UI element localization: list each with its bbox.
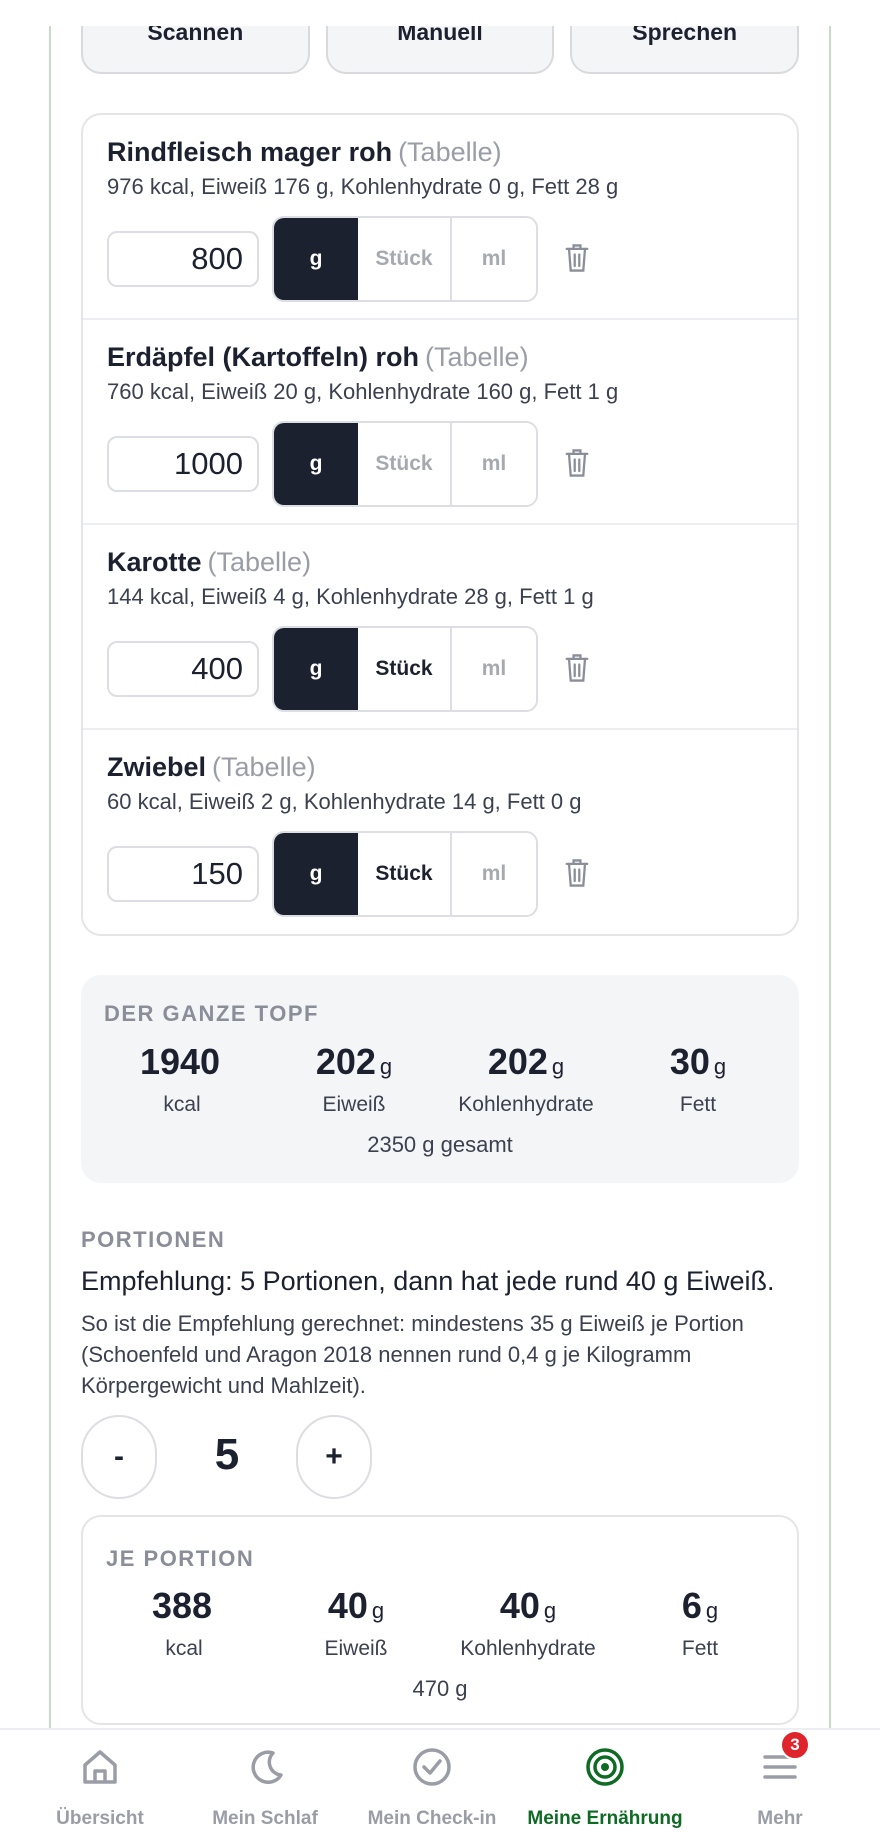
portion-count: 5 [214,1430,240,1479]
nav-label: Meine Ernährung [527,1808,683,1829]
ingredient-name: Rindfleisch mager roh [107,137,393,167]
stat-label: Fett [681,1637,719,1660]
unit-g-button[interactable]: g [274,218,358,300]
trash-icon[interactable] [563,857,591,889]
unit-selector: g Stück ml [272,626,538,712]
target-icon [586,1748,624,1786]
stat-value: 6g [681,1585,719,1626]
stat-value: 40 g [327,1585,385,1626]
home-icon [83,1750,117,1784]
ingredient-source: (Tabelle) [398,137,502,167]
moon-icon [251,1750,283,1784]
bottom-navigation: Übersicht Mein Schlaf Mein Check-in Mein… [0,1728,880,1834]
unit-stueck-button[interactable]: Stück [358,423,452,505]
portion-total-weight: 470 g [412,1676,468,1701]
unit-ml-button[interactable]: ml [452,833,536,915]
pot-totals-card: DER GANZE TOPF 1940 kcal 202 g Eiweiß 202… [81,975,799,1183]
pot-stat-kcal: 1940 kcal [96,1041,268,1117]
ingredient-title: Zwiebel (Tabelle) [107,752,316,783]
unit-stueck-button[interactable]: Stück [358,218,452,300]
ingredient-title: Rindfleisch mager roh (Tabelle) [107,137,502,168]
ingredient-nutrition-summary: 144 kcal, Eiweiß 4 g, Kohlenhydrate 28 g… [107,584,594,609]
ingredient-nutrition-summary: 60 kcal, Eiweiß 2 g, Kohlenhydrate 14 g,… [107,789,582,814]
stat-label: Eiweiß [324,1637,388,1660]
unit-selector: g Stück ml [272,831,538,917]
stat-label: Kohlenhydrate [460,1637,596,1660]
nav-label: Mein Schlaf [212,1808,318,1829]
trash-icon[interactable] [563,652,591,684]
notification-badge: 3 [780,1730,810,1760]
stat-value: 40 g [499,1585,557,1626]
ingredient-source: (Tabelle) [212,752,316,782]
check-circle-icon [413,1748,451,1786]
ingredient-title: Erdäpfel (Kartoffeln) roh (Tabelle) [107,342,529,373]
quantity-input[interactable] [107,436,259,492]
unit-g-button[interactable]: g [274,423,358,505]
trash-icon[interactable] [563,242,591,274]
stat-label: Kohlenhydrate [458,1093,594,1116]
ingredient-item: Zwiebel (Tabelle) 60 kcal, Eiweiß 2 g, Ko… [83,730,797,934]
top-bar [0,0,880,26]
pot-total-weight: 2350 g gesamt [367,1132,513,1157]
nav-item-overview[interactable]: Übersicht [40,1730,160,1834]
quantity-input[interactable] [107,641,259,697]
unit-stueck-button[interactable]: Stück [358,833,452,915]
stat-value: 30 g [669,1041,727,1082]
stat-value: 1940 [139,1041,221,1082]
pot-heading: DER GANZE TOPF [104,1001,319,1026]
ingredient-item: Karotte (Tabelle) 144 kcal, Eiweiß 4 g, K… [83,525,797,730]
ingredient-source: (Tabelle) [207,547,312,577]
pot-stat-carbs: 202 g Kohlenhydrate [440,1041,612,1117]
ingredient-nutrition-summary: 760 kcal, Eiweiß 20 g, Kohlenhydrate 160… [107,379,619,404]
nav-label: Mein Check-in [367,1808,497,1829]
stat-value: 388 [151,1585,213,1626]
nav-label: Übersicht [56,1808,144,1829]
unit-g-button[interactable]: g [274,833,358,915]
portion-stat-fat: 6g Fett [614,1585,786,1661]
nav-item-checkin[interactable]: Mein Check-in [358,1730,506,1834]
ingredient-name: Karotte [107,547,202,577]
ingredient-name: Zwiebel [107,752,207,782]
portion-stat-protein: 40 g Eiweiß [270,1585,442,1661]
unit-ml-button[interactable]: ml [452,628,536,710]
unit-g-button[interactable]: g [274,628,358,710]
ingredient-nutrition-summary: 976 kcal, Eiweiß 176 g, Kohlenhydrate 0 … [107,174,619,199]
trash-icon[interactable] [563,447,591,479]
portion-stat-kcal: 388 kcal [98,1585,270,1661]
nav-label: Mehr [757,1808,803,1829]
unit-selector: g Stück ml [272,216,538,302]
decrease-portions-button[interactable]: - [81,1415,157,1499]
pot-stat-protein: 202 g Eiweiß [268,1041,440,1117]
unit-selector: g Stück ml [272,421,538,507]
unit-ml-button[interactable]: ml [452,423,536,505]
unit-stueck-button[interactable]: Stück [358,628,452,710]
ingredient-list: Rindfleisch mager roh (Tabelle) 976 kcal,… [81,113,799,936]
stat-value: 202 g [487,1041,565,1082]
quantity-input[interactable] [107,231,259,287]
ingredient-source: (Tabelle) [425,342,529,372]
unit-ml-button[interactable]: ml [452,218,536,300]
per-portion-card: JE PORTION 388 kcal 40 g Eiweiß 40 g Kohle… [81,1515,799,1725]
nav-item-more[interactable]: 3 Mehr [730,1730,830,1834]
nav-item-sleep[interactable]: Mein Schlaf [200,1730,330,1834]
stat-label: Fett [679,1093,717,1116]
increase-portions-button[interactable]: + [296,1415,372,1499]
stat-label: kcal [163,1093,201,1116]
quantity-input[interactable] [107,846,259,902]
ingredient-title: Karotte (Tabelle) [107,547,311,578]
per-portion-heading: JE PORTION [106,1546,255,1571]
portion-stat-carbs: 40 g Kohlenhydrate [442,1585,614,1661]
pot-stat-fat: 30 g Fett [612,1041,784,1117]
stat-label: kcal [165,1637,203,1660]
portion-recommendation: Empfehlung: 5 Portionen, dann hat jede r… [81,1266,775,1296]
ingredient-item: Rindfleisch mager roh (Tabelle) 976 kcal,… [83,115,797,320]
portion-explanation: So ist die Empfehlung gerechnet: mindest… [81,1311,744,1398]
stat-label: Eiweiß [322,1093,386,1116]
ingredient-name: Erdäpfel (Kartoffeln) roh [107,342,420,372]
portions-heading: PORTIONEN [81,1227,226,1252]
nav-item-nutrition[interactable]: Meine Ernährung [520,1730,690,1834]
stat-value: 202 g [315,1041,393,1082]
ingredient-item: Erdäpfel (Kartoffeln) roh (Tabelle) 760 k… [83,320,797,525]
